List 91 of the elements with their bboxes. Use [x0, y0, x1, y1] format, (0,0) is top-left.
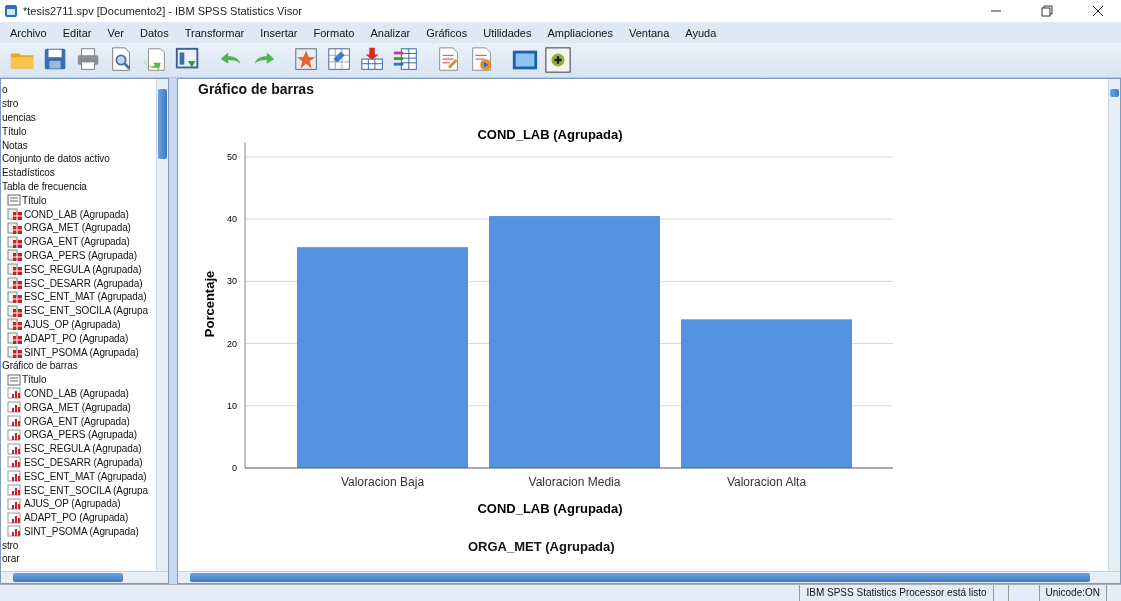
- status-message: IBM SPSS Statistics Processor está listo: [799, 585, 993, 601]
- table-icon: [7, 208, 23, 221]
- outline-item[interactable]: Estadísticos: [2, 166, 55, 180]
- menu-item[interactable]: Analizar: [364, 26, 417, 39]
- menu-item[interactable]: Ayuda: [679, 26, 723, 39]
- y-axis-title: Porcentaje: [202, 270, 217, 338]
- menu-item[interactable]: Ampliaciones: [541, 26, 619, 39]
- y-tick-label: 0: [232, 463, 237, 473]
- x-tick-label: Valoracion Alta: [726, 475, 807, 489]
- outline-item[interactable]: SINT_PSOMA (Agrupada): [24, 524, 139, 538]
- outline-item[interactable]: ESC_ENT_SOCILA (Agrupa: [24, 483, 148, 497]
- title-icon: [7, 373, 21, 386]
- title-icon: [7, 194, 21, 207]
- outline-item[interactable]: ESC_REGULA (Agrupada): [24, 262, 142, 276]
- menu-item[interactable]: Insertar: [254, 26, 304, 39]
- chart-icon: [7, 484, 23, 496]
- outline-item[interactable]: SINT_PSOMA (Agrupada): [24, 345, 139, 359]
- outline-item[interactable]: COND_LAB (Agrupada): [24, 207, 129, 221]
- outline-item[interactable]: Título: [2, 124, 27, 138]
- outline-item[interactable]: Tabla de frecuencia: [2, 179, 87, 193]
- menu-item[interactable]: Transformar: [178, 26, 251, 39]
- encoding-status: Unicode:ON: [1038, 585, 1106, 601]
- outline-item[interactable]: uencias: [2, 111, 36, 124]
- chart-icon: [7, 415, 23, 427]
- outline-item[interactable]: ADAPT_PO (Agrupada): [24, 331, 129, 345]
- menu-item[interactable]: Editar: [56, 26, 98, 39]
- outline-item[interactable]: AJUS_OP (Agrupada): [24, 317, 121, 331]
- x-tick-label: Valoracion Media: [528, 475, 621, 489]
- table-icon: [7, 290, 23, 303]
- y-tick-label: 30: [227, 276, 237, 287]
- outline-item[interactable]: Título: [22, 193, 47, 207]
- chart-icon: [7, 525, 23, 538]
- menu-item[interactable]: Datos: [133, 26, 175, 39]
- chart-title: COND_LAB (Agrupada): [477, 127, 623, 142]
- outline-item[interactable]: ESC_DESARR (Agrupada): [24, 455, 143, 469]
- app-icon: [4, 4, 18, 18]
- table-icon: [7, 221, 23, 234]
- outline-item[interactable]: o: [2, 83, 8, 97]
- y-tick-label: 50: [227, 151, 237, 162]
- table-icon: [7, 318, 23, 331]
- outline-item[interactable]: ESC_ENT_MAT (Agrupada): [24, 290, 147, 304]
- plus-icon[interactable]: [543, 45, 573, 75]
- outline-item[interactable]: Notas: [2, 138, 28, 152]
- outline-item[interactable]: ESC_ENT_SOCILA (Agrupa: [24, 304, 148, 318]
- chart-icon: [7, 428, 23, 441]
- outline-item[interactable]: ESC_DESARR (Agrupada): [24, 276, 143, 290]
- table-icon: [7, 332, 23, 345]
- outline-item[interactable]: Título: [22, 373, 47, 387]
- outline-item[interactable]: ORGA_PERS (Agrupada): [24, 428, 138, 442]
- menu-item[interactable]: Formato: [307, 26, 361, 39]
- outline-item[interactable]: AJUS_OP (Agrupada): [24, 497, 121, 511]
- table-icon: [7, 346, 23, 359]
- chart-icon: [7, 387, 23, 400]
- menu-item[interactable]: Utilidades: [477, 26, 538, 39]
- outline-item[interactable]: ORGA_MET (Agrupada): [24, 221, 131, 235]
- menu-item[interactable]: Archivo: [4, 26, 53, 39]
- chart-icon: [7, 497, 23, 510]
- outline-item[interactable]: ESC_ENT_MAT (Agrupada): [24, 469, 147, 483]
- menu-item[interactable]: Ventana: [622, 26, 676, 39]
- section-heading: Gráfico de barras: [198, 81, 315, 99]
- outline-item[interactable]: Conjunto de datos activo: [2, 152, 110, 166]
- table-icon: [7, 277, 23, 290]
- window-title: *tesis2711.spv [Documento2] - IBM SPSS Statistics Visor: [23, 5, 303, 17]
- outline-item[interactable]: ORGA_MET (Agrupada): [24, 400, 131, 414]
- chart-icon: [7, 470, 23, 483]
- outline-item[interactable]: ORGA_ENT (Agrupada): [24, 414, 130, 428]
- y-tick-label: 10: [227, 400, 237, 411]
- y-tick-label: 20: [227, 338, 237, 349]
- outline-item[interactable]: orar: [2, 552, 20, 566]
- chart-title: ORGA_MET (Agrupada): [468, 539, 616, 554]
- chart-icon: [7, 456, 23, 469]
- outline-item[interactable]: stro: [2, 538, 19, 552]
- outline-item[interactable]: ADAPT_PO (Agrupada): [24, 511, 129, 525]
- table-icon: [7, 304, 23, 317]
- outline-item[interactable]: stro: [2, 97, 19, 111]
- outline-item[interactable]: ORGA_PERS (Agrupada): [24, 248, 138, 262]
- table-icon: [7, 263, 23, 276]
- menu-item[interactable]: Ver: [101, 26, 130, 39]
- chart-icon: [7, 401, 23, 414]
- outline-item[interactable]: ORGA_ENT (Agrupada): [24, 235, 130, 249]
- x-axis-title: COND_LAB (Agrupada): [477, 501, 623, 516]
- outline-item[interactable]: Gráfico de barras: [2, 359, 78, 373]
- y-tick-label: 40: [227, 214, 237, 225]
- chart-icon: [7, 442, 23, 455]
- x-tick-label: Valoracion Baja: [340, 475, 425, 489]
- outline-item[interactable]: ESC_REGULA (Agrupada): [24, 442, 142, 456]
- table-icon: [7, 249, 23, 262]
- chart-icon: [7, 511, 23, 524]
- outline-item[interactable]: COND_LAB (Agrupada): [24, 386, 129, 400]
- menu-item[interactable]: Gráficos: [420, 26, 474, 39]
- table-icon: [7, 235, 23, 248]
